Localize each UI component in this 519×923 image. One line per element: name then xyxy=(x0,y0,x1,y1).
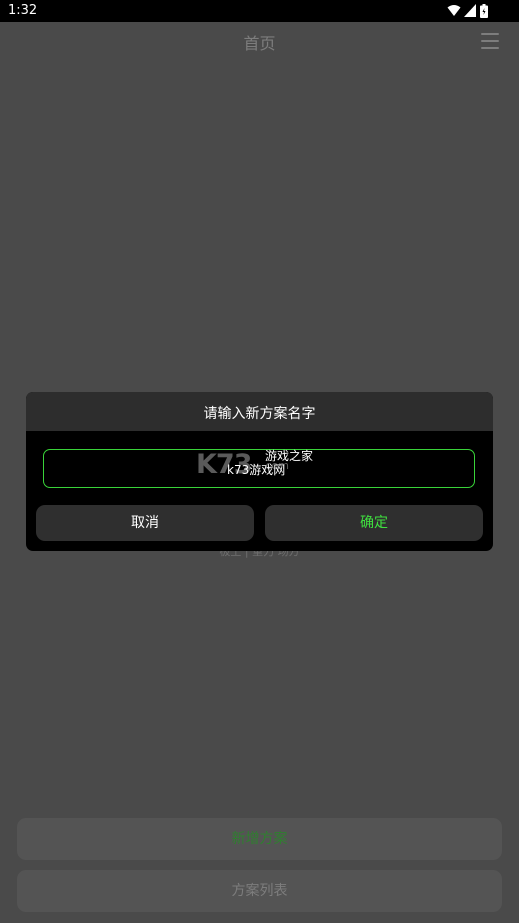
plan-list-button[interactable]: 方案列表 xyxy=(17,870,502,912)
hamburger-menu-icon[interactable] xyxy=(481,33,499,50)
new-plan-dialog: 请输入新方案名字 取消 确定 xyxy=(26,392,493,551)
confirm-button[interactable]: 确定 xyxy=(265,505,483,541)
signal-icon xyxy=(464,4,476,17)
status-bar: 1:32 xyxy=(0,0,519,22)
dialog-title: 请输入新方案名字 xyxy=(203,406,316,422)
app-header: 首页 xyxy=(0,22,519,60)
plan-name-input[interactable] xyxy=(43,449,475,488)
wifi-icon xyxy=(447,5,461,16)
dialog-header: 请输入新方案名字 xyxy=(26,392,493,431)
status-icons xyxy=(447,4,497,18)
battery-icon xyxy=(480,4,488,18)
status-time: 1:32 xyxy=(8,3,38,18)
page-title: 首页 xyxy=(243,34,276,53)
cancel-button[interactable]: 取消 xyxy=(36,505,254,541)
add-plan-button[interactable]: 新增方案 xyxy=(17,818,502,860)
